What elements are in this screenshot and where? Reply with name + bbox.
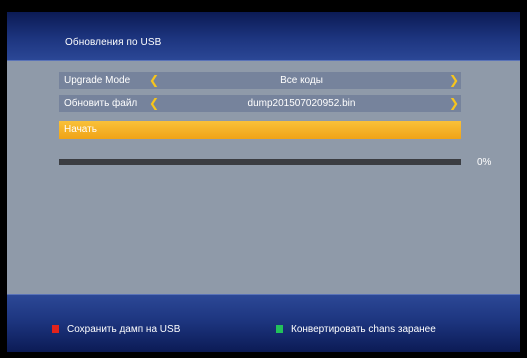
usb-update-screen: Обновления по USB Upgrade Mode ❮ Все код…	[7, 12, 520, 352]
upgrade-mode-label: Upgrade Mode	[64, 75, 131, 86]
hint-convert-channels-label: Конвертировать chans заранее	[291, 324, 436, 335]
upgrade-mode-value: Все коды	[280, 75, 323, 86]
progress-bar	[59, 159, 461, 165]
progress-percent: 0%	[477, 157, 492, 168]
menu-item-update-file[interactable]: Обновить файл ❮ dump201507020952.bin ❯	[59, 95, 461, 112]
chevron-left-icon[interactable]: ❮	[149, 96, 159, 110]
header-bar: Обновления по USB	[7, 12, 520, 61]
menu-item-start[interactable]: Начать	[59, 121, 461, 139]
hint-save-dump[interactable]: Сохранить дамп на USB	[52, 324, 180, 335]
red-key-icon	[52, 325, 59, 333]
hint-save-dump-label: Сохранить дамп на USB	[67, 324, 181, 335]
chevron-right-icon[interactable]: ❯	[449, 73, 459, 87]
start-label: Начать	[64, 124, 97, 135]
chevron-right-icon[interactable]: ❯	[449, 96, 459, 110]
update-file-value: dump201507020952.bin	[247, 98, 356, 109]
green-key-icon	[276, 325, 283, 333]
footer-bar: Сохранить дамп на USB Конвертировать cha…	[7, 294, 520, 352]
hint-convert-channels[interactable]: Конвертировать chans заранее	[276, 324, 436, 335]
update-file-label: Обновить файл	[64, 98, 138, 109]
chevron-left-icon[interactable]: ❮	[149, 73, 159, 87]
page-title: Обновления по USB	[65, 37, 162, 48]
menu-item-upgrade-mode[interactable]: Upgrade Mode ❮ Все коды ❯	[59, 72, 461, 89]
